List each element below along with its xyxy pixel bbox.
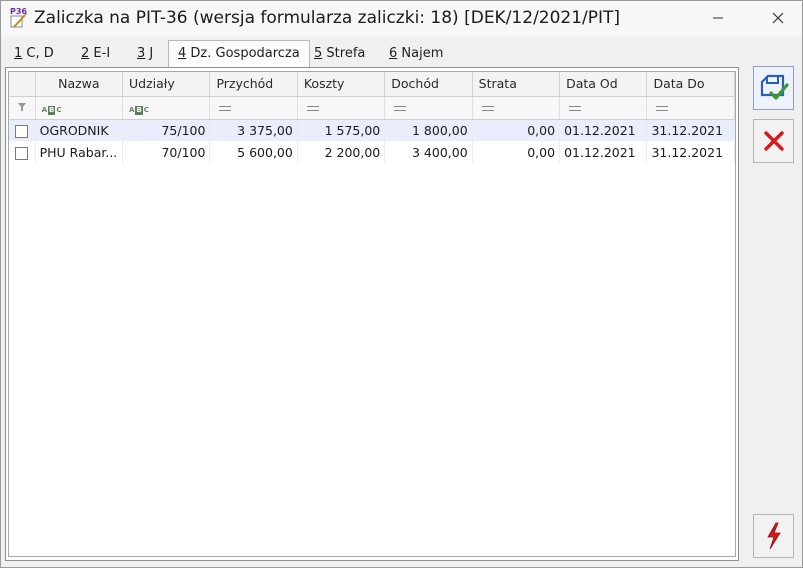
save-icon <box>760 74 789 100</box>
equals-filter-icon <box>394 106 407 111</box>
filter-cell-strata[interactable] <box>472 96 561 120</box>
equals-filter-icon <box>569 106 582 111</box>
table-row[interactable]: OGRODNIK 75/100 3 375,00 1 575,00 1 800,… <box>9 119 735 141</box>
cell-przychod: 3 375,00 <box>209 119 298 141</box>
row-checkbox-cell[interactable] <box>9 141 36 163</box>
cell-data-do: 31.12.2021 <box>646 119 735 141</box>
cell-dochod: 3 400,00 <box>384 141 473 163</box>
equals-filter-icon <box>481 106 494 111</box>
cancel-icon <box>763 131 784 151</box>
equals-filter-icon <box>656 106 669 111</box>
filter-cell-przychod[interactable] <box>209 96 298 120</box>
dialog-window: P36 Zaliczka na PIT-36 (wersja formularz… <box>0 0 803 568</box>
cell-koszty: 2 200,00 <box>297 141 386 163</box>
close-icon <box>772 12 784 24</box>
table-row[interactable]: PHU Rabar... 70/100 5 600,00 2 200,00 3 … <box>9 141 735 163</box>
row-checkbox[interactable] <box>15 124 29 138</box>
filter-cell-data-do[interactable] <box>646 96 735 120</box>
cell-data-od: 01.12.2021 <box>559 141 648 163</box>
column-header-przychod[interactable]: Przychód <box>209 72 298 97</box>
filter-cell-nazwa[interactable]: ABC <box>35 96 124 120</box>
select-column-header <box>9 72 36 97</box>
close-button[interactable] <box>758 5 798 31</box>
abc-filter-icon: ABC <box>129 106 149 115</box>
equals-filter-icon <box>306 106 319 111</box>
cell-przychod: 5 600,00 <box>209 141 298 163</box>
filter-cell-koszty[interactable] <box>297 96 386 120</box>
column-header-koszty[interactable]: Koszty <box>297 72 386 97</box>
tab-label: E-I <box>89 46 111 61</box>
column-header-strata[interactable]: Strata <box>472 72 561 97</box>
column-header-udzialy[interactable]: Udziały <box>122 72 211 97</box>
cell-data-do: 31.12.2021 <box>646 141 735 163</box>
run-button[interactable] <box>753 514 794 558</box>
tab-e-i[interactable]: 2 E-I <box>72 41 119 67</box>
cell-koszty: 1 575,00 <box>297 119 386 141</box>
tab-label: J <box>145 46 154 61</box>
window-title: Zaliczka na PIT-36 (wersja formularza za… <box>34 8 621 28</box>
column-header-dochod[interactable]: Dochód <box>384 72 473 97</box>
cell-udzialy: 70/100 <box>122 141 211 163</box>
abc-filter-icon: ABC <box>41 106 62 115</box>
minimize-icon <box>713 17 723 19</box>
cell-dochod: 1 800,00 <box>384 119 473 141</box>
tab-strefa[interactable]: 5 Strefa <box>305 41 374 67</box>
row-checkbox[interactable] <box>15 146 29 160</box>
filter-cell-dochod[interactable] <box>384 96 473 120</box>
funnel-icon <box>17 103 26 111</box>
cell-strata: 0,00 <box>472 141 561 163</box>
column-header-nazwa[interactable]: Nazwa <box>35 72 124 97</box>
filter-row-toggle[interactable] <box>9 96 36 120</box>
column-header-data-do[interactable]: Data Do <box>646 72 735 97</box>
row-checkbox-cell[interactable] <box>9 119 36 141</box>
tab-najem[interactable]: 6 Najem <box>380 41 452 67</box>
filter-cell-udzialy[interactable]: ABC <box>122 96 211 120</box>
filter-cell-data-od[interactable] <box>559 96 648 120</box>
tab-label: Strefa <box>322 46 366 61</box>
cell-data-od: 01.12.2021 <box>559 119 648 141</box>
tab-label: Najem <box>397 46 444 61</box>
tab-panel: Nazwa Udziały Przychód Koszty Dochód Str… <box>5 67 739 561</box>
minimize-button[interactable] <box>698 5 738 31</box>
save-button[interactable] <box>753 66 794 110</box>
tab-label: Dz. Gospodarcza <box>186 46 300 61</box>
data-grid: Nazwa Udziały Przychód Koszty Dochód Str… <box>8 71 736 557</box>
title-bar: P36 Zaliczka na PIT-36 (wersja formularz… <box>1 1 802 37</box>
tab-c-d[interactable]: 1 C, D <box>5 41 63 67</box>
cell-udzialy: 75/100 <box>122 119 211 141</box>
cell-strata: 0,00 <box>472 119 561 141</box>
app-icon: P36 <box>10 7 28 29</box>
tab-dz-gospodarcza[interactable]: 4 Dz. Gospodarcza <box>168 40 310 68</box>
column-header-data-od[interactable]: Data Od <box>559 72 648 97</box>
cancel-button[interactable] <box>753 119 794 163</box>
equals-filter-icon <box>219 106 232 111</box>
cell-nazwa: OGRODNIK <box>35 119 124 141</box>
tab-label: C, D <box>22 46 54 61</box>
lightning-icon <box>766 522 781 550</box>
cell-nazwa: PHU Rabar... <box>35 141 124 163</box>
tab-j[interactable]: 3 J <box>128 41 162 67</box>
